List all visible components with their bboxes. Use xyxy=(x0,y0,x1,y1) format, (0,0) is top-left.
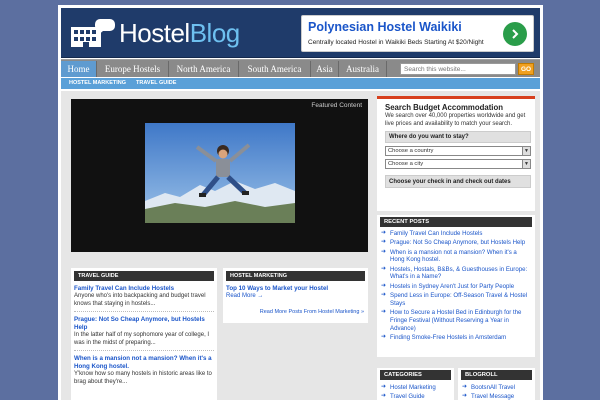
recent-post-link[interactable]: Finding Smoke-Free Hostels in Amsterdam xyxy=(390,334,506,342)
featured-content-slider[interactable]: Featured Content xyxy=(71,99,368,252)
travel-guide-post-title-1[interactable]: Family Travel Can Include Hostels xyxy=(74,285,214,293)
travel-guide-post-title-2[interactable]: Prague: Not So Cheap Anymore, but Hostel… xyxy=(74,316,214,332)
arrow-right-icon: ➜ xyxy=(462,384,468,390)
list-item[interactable]: ➜ Spend Less in Europe: Off-Season Travel… xyxy=(381,292,531,309)
search-go-button[interactable]: GO xyxy=(518,63,534,75)
travel-guide-post-title-3[interactable]: When is a mansion not a mansion? When it… xyxy=(74,355,214,371)
sub-nav: Hostel Marketing Travel Guide xyxy=(61,78,540,89)
category-link[interactable]: Travel Guide xyxy=(390,392,425,400)
categories-widget: Categories ➜ Hostel Marketing ➜ Travel Gui… xyxy=(377,368,454,400)
recent-posts-widget: Recent Posts ➜ Family Travel Can Include … xyxy=(377,215,535,357)
dropdown-arrow-icon: ▼ xyxy=(522,147,530,155)
subnav-item-hostel-marketing[interactable]: Hostel Marketing xyxy=(69,78,126,89)
category-link[interactable]: Hostel Marketing xyxy=(390,383,436,392)
booking-description: We search over 40,000 properties worldwi… xyxy=(385,113,526,127)
travel-guide-post-excerpt-1: Anyone who's into backpacking and budget… xyxy=(74,293,206,307)
arrow-right-icon: ➜ xyxy=(381,230,387,236)
nav-item-south-america[interactable]: South America xyxy=(239,61,311,77)
list-item[interactable]: ➜ When is a mansion not a mansion? When i… xyxy=(381,249,531,266)
list-item[interactable]: ➜ Travel Message xyxy=(462,392,531,400)
recent-post-link[interactable]: Spend Less in Europe: Off-Season Travel … xyxy=(390,292,531,308)
list-item[interactable]: ➜ Hostels, Hostals, B&Bs, & Guesthouses i… xyxy=(381,266,531,283)
travel-guide-section: Travel Guide Family Travel Can Include H… xyxy=(71,268,217,400)
list-item[interactable]: ➜ Family Travel Can Include Hostels xyxy=(381,230,531,239)
recent-post-link[interactable]: When is a mansion not a mansion? When it… xyxy=(390,249,531,265)
ad-title[interactable]: Polynesian Hostel Waikiki xyxy=(308,20,462,34)
travel-guide-post-excerpt-2: In the latter half of my sophomore year … xyxy=(74,332,210,346)
recent-post-link[interactable]: How to Secure a Hostel Bed in Edinburgh … xyxy=(390,309,531,332)
recent-posts-heading: Recent Posts xyxy=(380,217,532,227)
nav-item-home[interactable]: Home xyxy=(61,61,97,77)
country-select[interactable]: Choose a country ▼ xyxy=(385,146,531,156)
list-item[interactable]: ➜ Travel Guide xyxy=(381,392,450,400)
list-item[interactable]: ➜ Hostel Marketing xyxy=(381,383,450,392)
recent-post-link[interactable]: Hostels, Hostals, B&Bs, & Guesthouses in… xyxy=(390,266,531,282)
logo-text-hostel: Hostel xyxy=(119,17,190,48)
divider xyxy=(74,350,214,351)
country-select-value: Choose a country xyxy=(388,148,434,154)
featured-image[interactable] xyxy=(145,123,295,223)
categories-heading: Categories xyxy=(380,370,451,380)
where-to-stay-label: Where do you want to stay? xyxy=(385,131,531,143)
site-header: HostelBlog Polynesian Hostel Waikiki Cen… xyxy=(61,8,540,58)
arrow-right-icon: ➜ xyxy=(381,265,387,272)
list-item[interactable]: ➜ How to Secure a Hostel Bed in Edinburgh… xyxy=(381,309,531,334)
booking-title: Search Budget Accommodation xyxy=(385,103,503,112)
blogroll-link[interactable]: Travel Message xyxy=(471,392,514,400)
hostel-marketing-post-title[interactable]: Top 10 Ways to Market your Hostel xyxy=(226,285,365,293)
arrow-right-icon: ➜ xyxy=(381,384,387,390)
ad-description: Centrally located Hostel in Waikiki Beds… xyxy=(308,39,484,46)
divider xyxy=(74,311,214,312)
site-logo[interactable]: HostelBlog xyxy=(69,16,240,50)
recent-post-link[interactable]: Family Travel Can Include Hostels xyxy=(390,230,482,238)
nav-item-australia[interactable]: Australia xyxy=(339,61,387,77)
subnav-item-travel-guide[interactable]: Travel Guide xyxy=(136,78,176,89)
blogroll-link[interactable]: BootsnAll Travel xyxy=(471,383,515,392)
nav-item-europe-hostels[interactable]: Europe Hostels xyxy=(97,61,169,77)
nav-item-north-america[interactable]: North America xyxy=(169,61,239,77)
logo-text-blog: Blog xyxy=(189,17,241,48)
featured-label: Featured Content xyxy=(311,102,362,109)
city-select-value: Choose a city xyxy=(388,161,424,167)
hostel-marketing-heading: Hostel Marketing xyxy=(226,271,365,281)
arrow-right-icon: ➜ xyxy=(381,292,387,299)
list-item[interactable]: ➜ Finding Smoke-Free Hostels in Amsterdam xyxy=(381,334,531,343)
recent-post-link[interactable]: Hostels in Sydney Aren't Just for Party … xyxy=(390,283,514,291)
recent-post-link[interactable]: Prague: Not So Cheap Anymore, but Hostel… xyxy=(390,239,525,247)
arrow-right-icon: ➜ xyxy=(381,239,387,246)
page: HostelBlog Polynesian Hostel Waikiki Cen… xyxy=(58,5,543,400)
hostel-marketing-section: Hostel Marketing Top 10 Ways to Market y… xyxy=(223,268,368,323)
nav-item-asia[interactable]: Asia xyxy=(311,61,339,77)
logo-wordmark: HostelBlog xyxy=(119,18,240,49)
chevron-right-icon xyxy=(512,29,519,39)
main-nav: Home Europe Hostels North America South … xyxy=(61,59,540,77)
header-advertisement[interactable]: Polynesian Hostel Waikiki Centrally loca… xyxy=(301,15,534,52)
search-input[interactable] xyxy=(400,63,516,75)
dropdown-arrow-icon: ▼ xyxy=(522,160,530,168)
travel-guide-heading: Travel Guide xyxy=(74,271,214,281)
list-item[interactable]: ➜ BootsnAll Travel xyxy=(462,383,531,392)
content-area: Featured Content TRAVEL GUIDE Family Tra… xyxy=(61,91,540,400)
hostel-building-icon xyxy=(69,17,117,49)
blogroll-widget: Blogroll ➜ BootsnAll Travel ➜ Travel Messa… xyxy=(458,368,535,400)
booking-search-widget: Search Budget Accommodation We search ov… xyxy=(377,96,535,211)
list-item[interactable]: ➜ Prague: Not So Cheap Anymore, but Hoste… xyxy=(381,239,531,248)
blogroll-heading: Blogroll xyxy=(461,370,532,380)
more-posts-link[interactable]: Read More Posts From Hostel Marketing » xyxy=(260,309,364,315)
arrow-right-icon: ➜ xyxy=(381,282,387,289)
arrow-right-icon: ➜ xyxy=(381,334,387,341)
ad-open-button[interactable] xyxy=(503,22,527,46)
arrow-right-icon: ➜ xyxy=(381,248,387,255)
travel-guide-post-excerpt-3: Y'know how so many hostels in historic a… xyxy=(74,371,212,385)
list-item[interactable]: ➜ Hostels in Sydney Aren't Just for Party… xyxy=(381,283,531,292)
arrow-right-icon: ➜ xyxy=(462,393,468,399)
city-select[interactable]: Choose a city ▼ xyxy=(385,159,531,169)
read-more-link[interactable]: Read More → xyxy=(226,293,365,299)
arrow-right-icon: ➜ xyxy=(381,393,387,399)
check-dates-button[interactable]: Choose your check in and check out dates xyxy=(385,175,531,188)
arrow-right-icon: ➜ xyxy=(381,309,387,316)
